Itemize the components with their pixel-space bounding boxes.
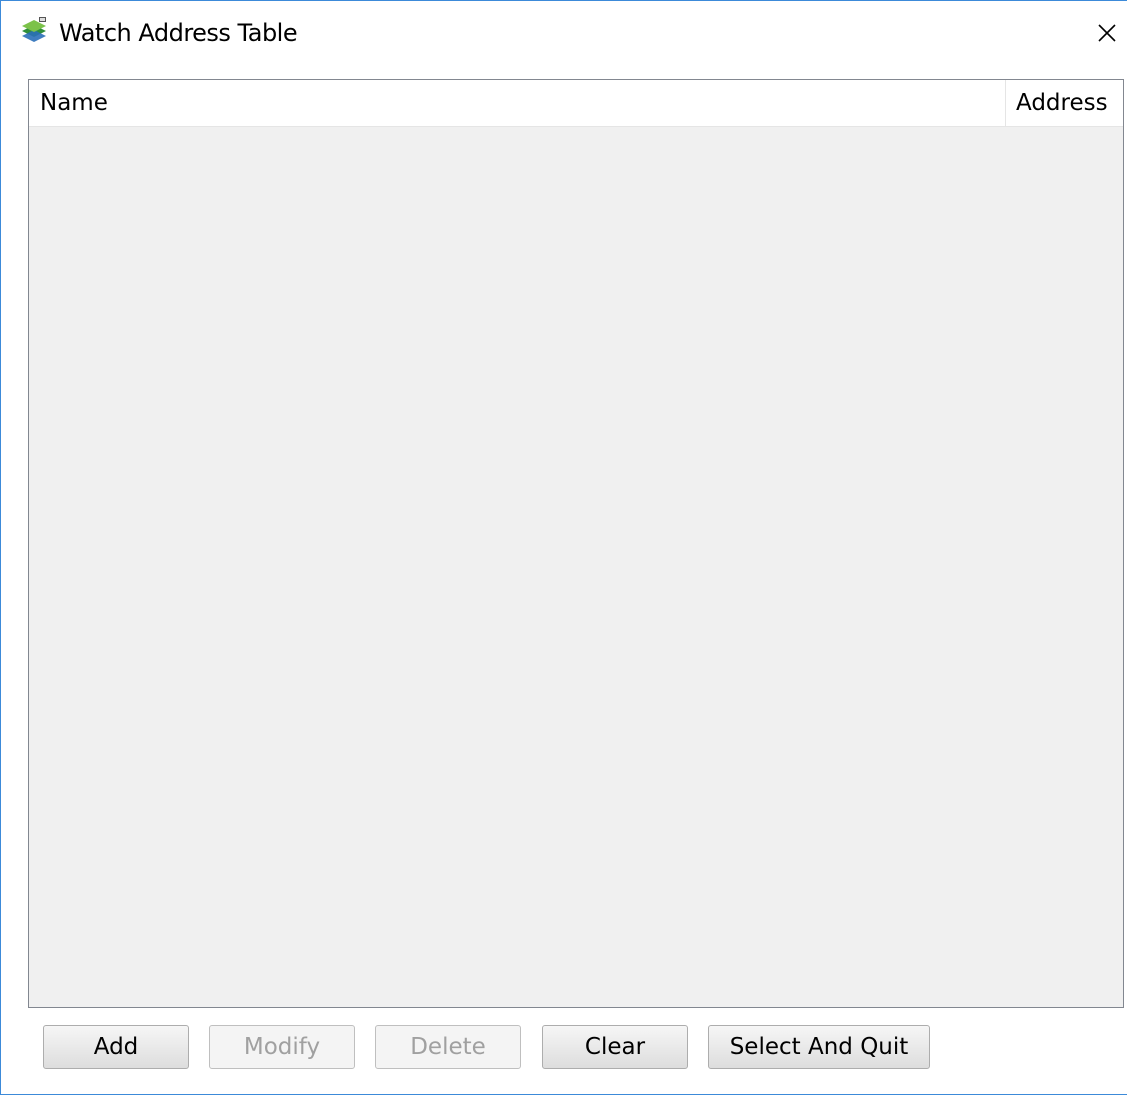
modify-button[interactable]: Modify: [209, 1025, 355, 1069]
app-stack-icon: [21, 17, 47, 45]
clear-button[interactable]: Clear: [542, 1025, 688, 1069]
watch-address-window: Watch Address Table Name Address: [0, 0, 1127, 1095]
add-button[interactable]: Add: [43, 1025, 189, 1069]
title-bar[interactable]: Watch Address Table: [1, 1, 1127, 63]
table-header: Name Address: [29, 80, 1123, 127]
close-icon: [1098, 24, 1116, 42]
watch-address-table[interactable]: Name Address: [28, 79, 1124, 1008]
table-body[interactable]: [29, 127, 1123, 1007]
delete-button[interactable]: Delete: [375, 1025, 521, 1069]
column-header-address[interactable]: Address: [1006, 80, 1123, 126]
column-header-name[interactable]: Name: [29, 80, 1006, 126]
close-button[interactable]: [1087, 11, 1127, 55]
select-and-quit-button[interactable]: Select And Quit: [708, 1025, 930, 1069]
window-title: Watch Address Table: [59, 19, 298, 47]
